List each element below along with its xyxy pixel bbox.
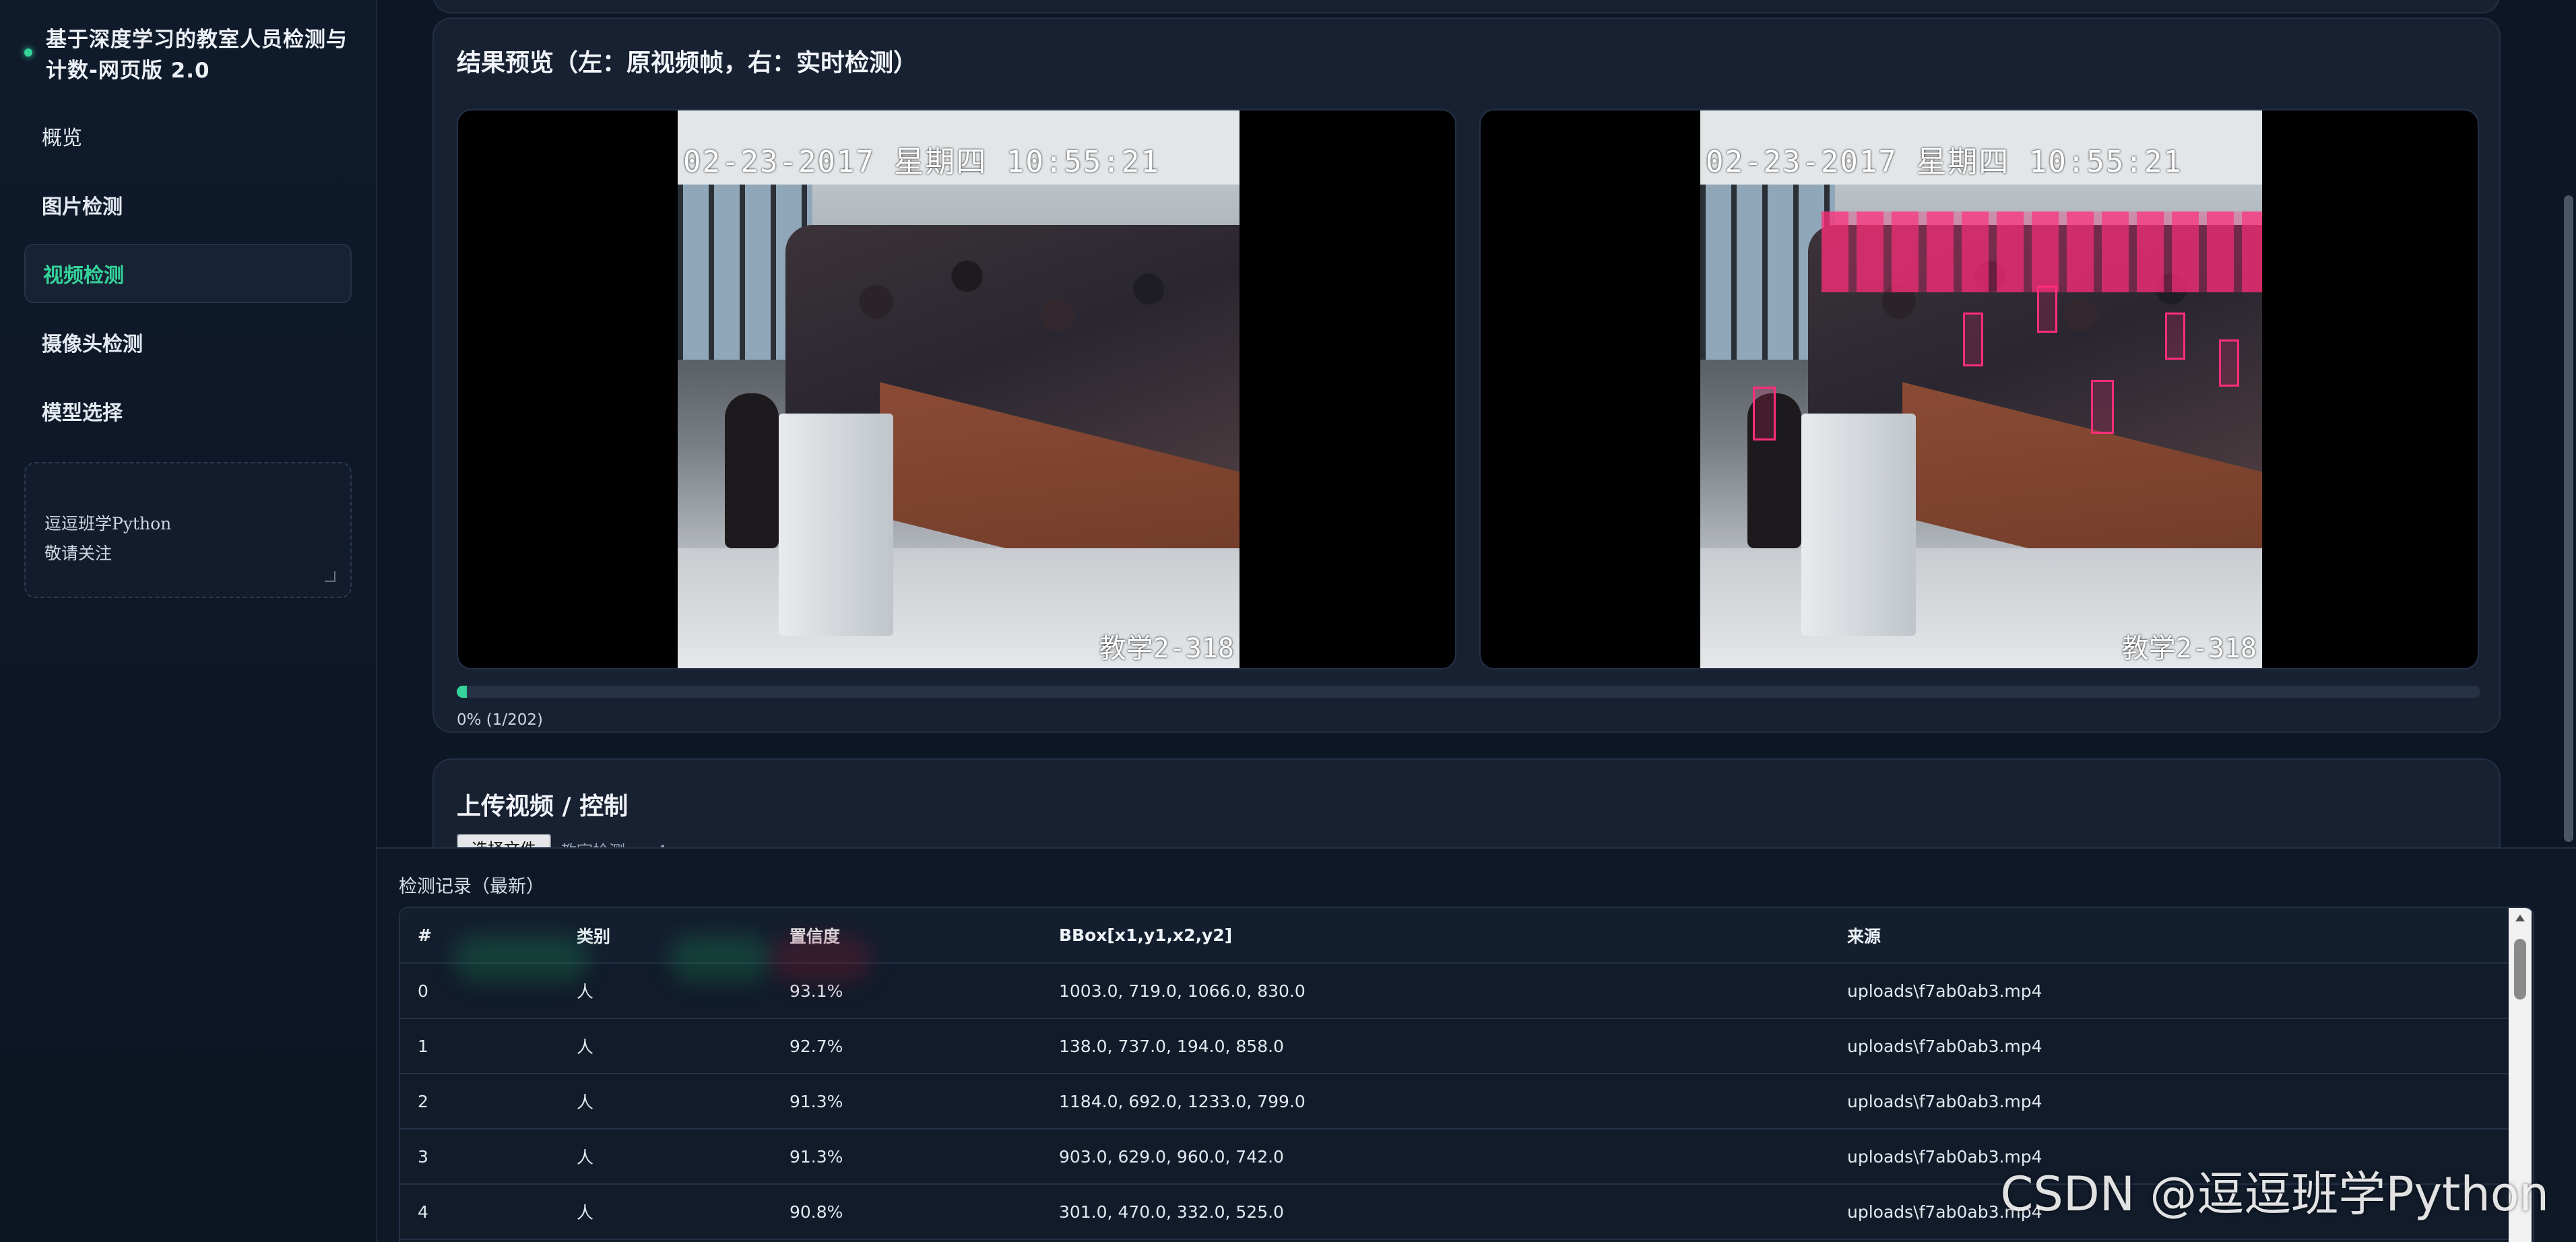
log-title: 检测记录（最新） (399, 876, 544, 897)
frame-timestamp: 02-23-2017 星期四 10:55:21 (1706, 145, 2183, 179)
sidebar: 基于深度学习的教室人员检测与计数-网页版 2.0 概览 图片检测 视频检测 摄像… (0, 0, 377, 1242)
column-header[interactable]: BBox[x1,y1,x2,y2] (1041, 908, 1830, 964)
detection-box (2165, 313, 2185, 360)
progress-text: 0% (1/202) (457, 711, 544, 729)
cell-class: 人 (559, 1184, 772, 1240)
frame-room-label: 教学2-318 (1099, 633, 1234, 664)
cell-source: uploads\f7ab0ab3.mp4 (1830, 1018, 2510, 1074)
original-video-frame: 02-23-2017 星期四 10:55:21 教学2-318 (457, 109, 1456, 669)
cell-class: 人 (559, 1018, 772, 1074)
detection-box (1753, 387, 1776, 440)
preview-title: 结果预览（左：原视频帧，右：实时检测） (457, 49, 918, 77)
table-scrollbar-thumb[interactable] (2514, 939, 2526, 1000)
frame-room-label: 教学2-318 (2121, 633, 2257, 664)
brand: 基于深度学习的教室人员检测与计数-网页版 2.0 (24, 24, 361, 86)
column-header[interactable]: 来源 (1830, 908, 2510, 964)
video-frame-image: 02-23-2017 星期四 10:55:21 教学2-318 (678, 110, 1239, 668)
blur-artifact (771, 935, 872, 982)
sidebar-item-model-select[interactable]: 模型选择 (24, 381, 352, 440)
cell-class: 人 (559, 1074, 772, 1130)
sidebar-item-camera-detect[interactable]: 摄像头检测 (24, 313, 352, 372)
sidebar-nav: 概览 图片检测 视频检测 摄像头检测 模型选择 (24, 106, 352, 450)
table-row[interactable]: 2 人 91.3% 1184.0, 692.0, 1233.0, 799.0 u… (400, 1074, 2510, 1130)
table-row[interactable]: 1 人 92.7% 138.0, 737.0, 194.0, 858.0 upl… (400, 1018, 2510, 1074)
sidebar-item-video-detect[interactable]: 视频检测 (24, 244, 352, 303)
cell-confidence: 90.8% (772, 1184, 1041, 1240)
detection-box (1963, 313, 1983, 366)
preview-card: 结果预览（左：原视频帧，右：实时检测） 02-23-2017 星期四 10:55… (432, 18, 2501, 733)
frame-podium (779, 414, 893, 636)
cell-index: 4 (400, 1184, 559, 1240)
previous-card-edge (432, 0, 2501, 13)
detected-video-frame: 02-23-2017 星期四 10:55:21 教学2-318 (1479, 109, 2479, 669)
cell-confidence: 91.3% (772, 1129, 1041, 1185)
progress-fill (457, 686, 468, 698)
sidebar-item-overview[interactable]: 概览 (24, 106, 352, 166)
cell-bbox: 1003.0, 719.0, 1066.0, 830.0 (1041, 963, 1830, 1019)
app-title: 基于深度学习的教室人员检测与计数-网页版 2.0 (46, 28, 348, 83)
notes-textarea[interactable]: 逗逗班学Python 敬请关注 (24, 462, 352, 598)
detection-overlay (1822, 211, 2262, 292)
csdn-watermark: CSDN @逗逗班学Python (2000, 1167, 2549, 1222)
upload-title: 上传视频 / 控制 (457, 793, 629, 820)
frame-teacher (725, 393, 779, 548)
cell-index: 2 (400, 1074, 559, 1130)
cell-confidence: 91.3% (772, 1074, 1041, 1130)
cell-index: 1 (400, 1018, 559, 1074)
frame-podium (1801, 414, 1916, 636)
cell-source: uploads\f7ab0ab3.mp4 (1830, 1074, 2510, 1130)
cell-bbox: 903.0, 629.0, 960.0, 742.0 (1041, 1129, 1830, 1185)
scroll-up-arrow-icon[interactable] (2515, 915, 2525, 921)
cell-confidence: 92.7% (772, 1018, 1041, 1074)
status-dot-icon (24, 48, 32, 57)
page-scrollbar-thumb[interactable] (2564, 195, 2573, 842)
blur-artifact (454, 935, 589, 982)
frame-timestamp: 02-23-2017 星期四 10:55:21 (683, 145, 1160, 179)
notes-text: 逗逗班学Python 敬请关注 (44, 514, 172, 563)
cell-bbox: 301.0, 470.0, 332.0, 525.0 (1041, 1184, 1830, 1240)
detection-box (2037, 286, 2057, 333)
progress-bar (457, 686, 2480, 698)
sidebar-item-image-detect[interactable]: 图片检测 (24, 175, 352, 234)
page-scrollbar[interactable] (2561, 0, 2576, 847)
cell-bbox: 1184.0, 692.0, 1233.0, 799.0 (1041, 1074, 1830, 1130)
resize-grip-icon[interactable] (325, 571, 335, 582)
cell-bbox: 138.0, 737.0, 194.0, 858.0 (1041, 1018, 1830, 1074)
detection-box (2091, 380, 2114, 434)
cell-index: 3 (400, 1129, 559, 1185)
cell-source: uploads\f7ab0ab3.mp4 (1830, 963, 2510, 1019)
cell-class: 人 (559, 1129, 772, 1185)
blur-artifact (670, 935, 771, 982)
detection-box (2219, 339, 2239, 387)
video-frame-image-detected: 02-23-2017 星期四 10:55:21 教学2-318 (1700, 110, 2262, 668)
